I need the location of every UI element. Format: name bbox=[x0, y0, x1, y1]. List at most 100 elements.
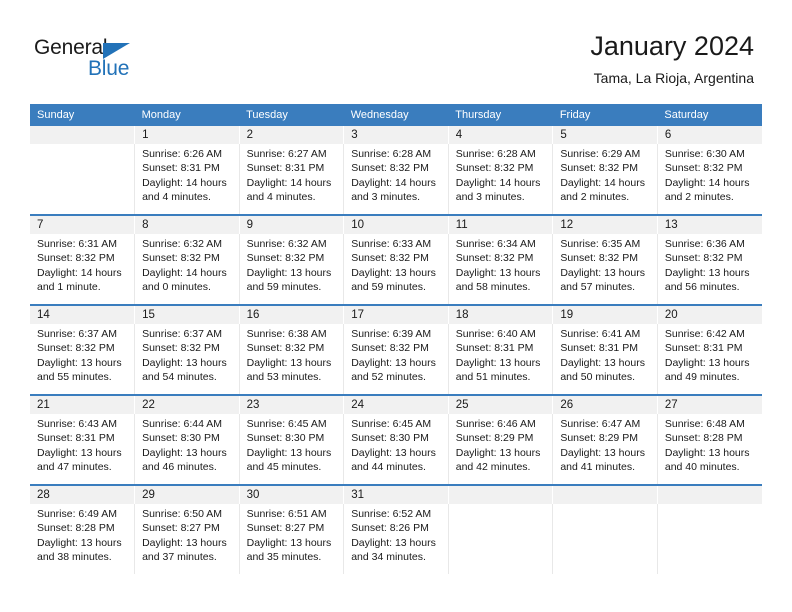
day-cell[interactable]: Sunrise: 6:26 AM Sunset: 8:31 PM Dayligh… bbox=[134, 144, 240, 214]
day-cell[interactable]: Sunrise: 6:30 AM Sunset: 8:32 PM Dayligh… bbox=[657, 144, 762, 214]
weekday-header-thursday: Thursday bbox=[448, 104, 553, 126]
day-cell[interactable]: Sunrise: 6:51 AM Sunset: 8:27 PM Dayligh… bbox=[239, 504, 345, 574]
day-number[interactable]: 7 bbox=[30, 216, 136, 234]
day-number[interactable]: 27 bbox=[657, 396, 762, 414]
daylight-text-line2: and 37 minutes. bbox=[142, 551, 217, 564]
day-cell[interactable]: Sunrise: 6:41 AM Sunset: 8:31 PM Dayligh… bbox=[552, 324, 658, 394]
day-number[interactable]: 22 bbox=[134, 396, 240, 414]
day-number[interactable]: 26 bbox=[552, 396, 658, 414]
day-number[interactable]: 1 bbox=[134, 126, 240, 144]
sunset-text: Sunset: 8:29 PM bbox=[455, 432, 534, 445]
week-row-details: Sunrise: 6:31 AM Sunset: 8:32 PM Dayligh… bbox=[30, 234, 762, 304]
day-cell[interactable]: Sunrise: 6:40 AM Sunset: 8:31 PM Dayligh… bbox=[448, 324, 554, 394]
day-number[interactable] bbox=[448, 486, 554, 504]
day-cell[interactable]: Sunrise: 6:34 AM Sunset: 8:32 PM Dayligh… bbox=[448, 234, 554, 304]
week-row-daynums: 1 2 3 4 5 6 bbox=[30, 126, 762, 144]
day-cell[interactable]: Sunrise: 6:45 AM Sunset: 8:30 PM Dayligh… bbox=[239, 414, 345, 484]
day-cell[interactable]: Sunrise: 6:47 AM Sunset: 8:29 PM Dayligh… bbox=[552, 414, 658, 484]
daylight-text-line2: and 52 minutes. bbox=[351, 371, 426, 384]
daylight-text-line1: Daylight: 13 hours bbox=[246, 536, 332, 549]
sunrise-text: Sunrise: 6:46 AM bbox=[455, 418, 536, 430]
daylight-text-line1: Daylight: 13 hours bbox=[664, 446, 750, 459]
day-number[interactable] bbox=[552, 486, 658, 504]
day-cell[interactable]: Sunrise: 6:42 AM Sunset: 8:31 PM Dayligh… bbox=[657, 324, 762, 394]
day-cell[interactable]: Sunrise: 6:48 AM Sunset: 8:28 PM Dayligh… bbox=[657, 414, 762, 484]
day-number[interactable]: 14 bbox=[30, 306, 136, 324]
day-cell[interactable]: Sunrise: 6:49 AM Sunset: 8:28 PM Dayligh… bbox=[30, 504, 136, 574]
day-cell[interactable]: Sunrise: 6:50 AM Sunset: 8:27 PM Dayligh… bbox=[134, 504, 240, 574]
day-cell[interactable]: Sunrise: 6:38 AM Sunset: 8:32 PM Dayligh… bbox=[239, 324, 345, 394]
day-number[interactable]: 30 bbox=[239, 486, 345, 504]
daylight-text-line1: Daylight: 13 hours bbox=[37, 536, 122, 549]
sunrise-text: Sunrise: 6:48 AM bbox=[664, 418, 745, 430]
day-cell[interactable]: Sunrise: 6:36 AM Sunset: 8:32 PM Dayligh… bbox=[657, 234, 762, 304]
day-number[interactable]: 21 bbox=[30, 396, 136, 414]
day-cell[interactable] bbox=[552, 504, 658, 574]
sunset-text: Sunset: 8:32 PM bbox=[664, 252, 743, 265]
day-number[interactable]: 8 bbox=[134, 216, 240, 234]
day-cell[interactable]: Sunrise: 6:29 AM Sunset: 8:32 PM Dayligh… bbox=[552, 144, 658, 214]
day-cell[interactable]: Sunrise: 6:31 AM Sunset: 8:32 PM Dayligh… bbox=[30, 234, 136, 304]
day-number[interactable]: 19 bbox=[552, 306, 658, 324]
sunrise-text: Sunrise: 6:35 AM bbox=[560, 238, 641, 250]
daylight-text-line2: and 51 minutes. bbox=[455, 371, 531, 384]
day-number[interactable]: 10 bbox=[343, 216, 449, 234]
day-number[interactable]: 2 bbox=[239, 126, 345, 144]
day-cell[interactable]: Sunrise: 6:33 AM Sunset: 8:32 PM Dayligh… bbox=[343, 234, 449, 304]
day-cell[interactable]: Sunrise: 6:28 AM Sunset: 8:32 PM Dayligh… bbox=[448, 144, 554, 214]
day-cell[interactable]: Sunrise: 6:37 AM Sunset: 8:32 PM Dayligh… bbox=[30, 324, 136, 394]
daylight-text-line2: and 47 minutes. bbox=[37, 461, 112, 474]
day-number[interactable]: 16 bbox=[239, 306, 345, 324]
day-cell[interactable]: Sunrise: 6:39 AM Sunset: 8:32 PM Dayligh… bbox=[343, 324, 449, 394]
day-number[interactable]: 23 bbox=[239, 396, 345, 414]
daylight-text-line1: Daylight: 14 hours bbox=[664, 176, 750, 189]
weekday-header-tuesday: Tuesday bbox=[239, 104, 344, 126]
daylight-text-line2: and 2 minutes. bbox=[560, 191, 630, 204]
day-cell[interactable]: Sunrise: 6:27 AM Sunset: 8:31 PM Dayligh… bbox=[239, 144, 345, 214]
day-number[interactable]: 17 bbox=[343, 306, 449, 324]
day-cell[interactable]: Sunrise: 6:32 AM Sunset: 8:32 PM Dayligh… bbox=[239, 234, 345, 304]
daylight-text-line2: and 35 minutes. bbox=[246, 551, 322, 564]
daylight-text-line1: Daylight: 14 hours bbox=[246, 176, 332, 189]
sunset-text: Sunset: 8:31 PM bbox=[37, 432, 115, 445]
day-number[interactable]: 24 bbox=[343, 396, 449, 414]
logo-text-blue: Blue bbox=[88, 57, 130, 80]
daylight-text-line2: and 45 minutes. bbox=[246, 461, 322, 474]
day-cell[interactable]: Sunrise: 6:28 AM Sunset: 8:32 PM Dayligh… bbox=[343, 144, 449, 214]
day-cell[interactable]: Sunrise: 6:43 AM Sunset: 8:31 PM Dayligh… bbox=[30, 414, 136, 484]
day-cell[interactable] bbox=[657, 504, 762, 574]
sunrise-text: Sunrise: 6:41 AM bbox=[560, 328, 641, 340]
day-number[interactable]: 18 bbox=[448, 306, 554, 324]
day-number[interactable]: 5 bbox=[552, 126, 658, 144]
sunset-text: Sunset: 8:27 PM bbox=[246, 522, 325, 535]
daylight-text-line2: and 44 minutes. bbox=[351, 461, 426, 474]
day-number[interactable]: 13 bbox=[657, 216, 762, 234]
day-cell[interactable] bbox=[448, 504, 554, 574]
day-number[interactable]: 20 bbox=[657, 306, 762, 324]
day-number[interactable]: 25 bbox=[448, 396, 554, 414]
day-number[interactable]: 9 bbox=[239, 216, 345, 234]
day-cell[interactable]: Sunrise: 6:46 AM Sunset: 8:29 PM Dayligh… bbox=[448, 414, 554, 484]
day-number[interactable]: 12 bbox=[552, 216, 658, 234]
sunset-text: Sunset: 8:32 PM bbox=[246, 342, 325, 355]
day-number[interactable]: 29 bbox=[134, 486, 240, 504]
day-number[interactable]: 6 bbox=[657, 126, 762, 144]
day-cell[interactable]: Sunrise: 6:52 AM Sunset: 8:26 PM Dayligh… bbox=[343, 504, 449, 574]
day-cell[interactable] bbox=[30, 144, 136, 214]
day-number[interactable]: 28 bbox=[30, 486, 136, 504]
day-number[interactable] bbox=[30, 126, 136, 144]
day-number[interactable] bbox=[657, 486, 762, 504]
day-number[interactable]: 15 bbox=[134, 306, 240, 324]
day-cell[interactable]: Sunrise: 6:44 AM Sunset: 8:30 PM Dayligh… bbox=[134, 414, 240, 484]
daylight-text-line1: Daylight: 13 hours bbox=[560, 266, 645, 279]
week-row-daynums: 21 22 23 24 25 26 27 bbox=[30, 396, 762, 414]
daylight-text-line1: Daylight: 14 hours bbox=[560, 176, 645, 189]
day-cell[interactable]: Sunrise: 6:32 AM Sunset: 8:32 PM Dayligh… bbox=[134, 234, 240, 304]
day-number[interactable]: 3 bbox=[343, 126, 449, 144]
day-cell[interactable]: Sunrise: 6:35 AM Sunset: 8:32 PM Dayligh… bbox=[552, 234, 658, 304]
day-number[interactable]: 4 bbox=[448, 126, 554, 144]
day-number[interactable]: 11 bbox=[448, 216, 554, 234]
day-number[interactable]: 31 bbox=[343, 486, 449, 504]
day-cell[interactable]: Sunrise: 6:37 AM Sunset: 8:32 PM Dayligh… bbox=[134, 324, 240, 394]
day-cell[interactable]: Sunrise: 6:45 AM Sunset: 8:30 PM Dayligh… bbox=[343, 414, 449, 484]
